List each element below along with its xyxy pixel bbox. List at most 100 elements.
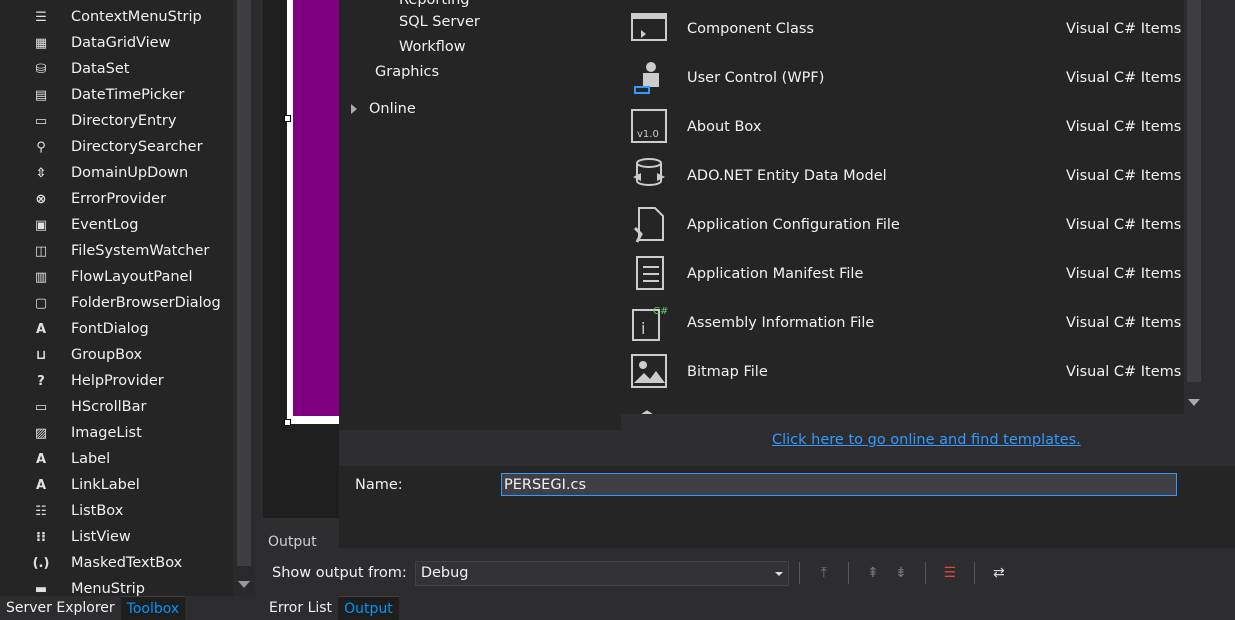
tab-error-list[interactable]: Error List: [263, 596, 338, 620]
template-scroll-thumb[interactable]: [1187, 0, 1201, 382]
toolbox-item[interactable]: ▬ MenuStrip: [8, 576, 233, 596]
template-row[interactable]: Application Manifest File Visual C# Items: [621, 249, 1184, 298]
clear-all-icon[interactable]: ☰: [940, 563, 960, 583]
scroll-down-arrow-icon[interactable]: [1188, 399, 1200, 406]
toolbox-item[interactable]: ▢ FolderBrowserDialog: [8, 290, 233, 316]
toolbox-item-label: HelpProvider: [71, 373, 164, 389]
toolbox-item[interactable]: A FontDialog: [8, 316, 233, 342]
toolbox-item[interactable]: ⚲ DirectorySearcher: [8, 134, 233, 160]
toolbox-item[interactable]: ▤ DateTimePicker: [8, 82, 233, 108]
toolbar-separator: [924, 562, 926, 584]
template-type: Visual C# Items: [1066, 69, 1182, 86]
resize-handle[interactable]: [284, 115, 291, 122]
menu-strip-icon: ▬: [34, 581, 48, 597]
template-name: ADO.NET Entity Data Model: [687, 167, 887, 184]
data-grid-view-icon: ▦: [34, 35, 48, 51]
assembly-info-icon: i C#: [629, 302, 669, 342]
toolbox-item[interactable]: ? HelpProvider: [8, 368, 233, 394]
toolbox-item[interactable]: ◫ FileSystemWatcher: [8, 238, 233, 264]
toolbox-scrollbar[interactable]: [233, 0, 255, 596]
date-time-picker-icon: ▤: [34, 87, 48, 103]
toolbox-item[interactable]: ▦ DataGridView: [8, 30, 233, 56]
template-name: Assembly Information File: [687, 314, 875, 331]
hscrollbar-icon: ▭: [34, 399, 48, 415]
previous-message-icon[interactable]: ⇞: [863, 563, 883, 583]
template-row[interactable]: Bitmap File Visual C# Items: [621, 347, 1184, 396]
context-menu-strip-icon: ☰: [35, 9, 47, 25]
template-name: User Control (WPF): [687, 69, 825, 86]
tree-item-reporting[interactable]: Reporting: [399, 0, 470, 8]
toolbox-item[interactable]: ▭ DirectoryEntry: [8, 108, 233, 134]
toolbox-item[interactable]: ▣ EventLog: [8, 212, 233, 238]
tab-toolbox[interactable]: Toolbox: [120, 596, 186, 620]
output-panel-title: Output: [268, 534, 317, 550]
template-row[interactable]: i C# Assembly Information File Visual C# It…: [621, 298, 1184, 347]
file-name-input[interactable]: [501, 473, 1177, 496]
toolbox-item-label: ImageList: [71, 425, 142, 441]
template-row[interactable]: v1.0 About Box Visual C# Items: [621, 102, 1184, 151]
toolbox-list: ☰ ContextMenuStrip ▦ DataGridView ⛁ DataSet ▤ D…: [8, 4, 233, 596]
toolbox-scroll-thumb[interactable]: [237, 0, 251, 566]
template-row[interactable]: User Control (WPF) Visual C# Items: [621, 53, 1184, 102]
toolbox-item[interactable]: (.) MaskedTextBox: [8, 550, 233, 576]
template-list-scrollbar[interactable]: [1184, 0, 1204, 414]
add-new-item-dialog: Reporting SQL Server Workflow Graphics O…: [339, 0, 1235, 548]
template-category-tree: Reporting SQL Server Workflow Graphics O…: [339, 0, 621, 430]
toolbox-item-label: DateTimePicker: [71, 87, 185, 103]
resize-handle[interactable]: [284, 419, 291, 426]
tree-item-graphics[interactable]: Graphics: [375, 64, 439, 80]
scroll-down-arrow-icon[interactable]: [238, 581, 250, 588]
toolbox-item[interactable]: ☷ ListBox: [8, 498, 233, 524]
toolbox-item[interactable]: ▥ FlowLayoutPanel: [8, 264, 233, 290]
tab-output[interactable]: Output: [338, 596, 399, 620]
toolbox-item[interactable]: ⊗ ErrorProvider: [8, 186, 233, 212]
output-toolbar: Show output from: Debug ⤒ ⇞ ⇟ ☰ ⇄: [263, 558, 1235, 588]
toolbox-item[interactable]: A Label: [8, 446, 233, 472]
image-list-icon: ▨: [34, 425, 48, 441]
about-box-icon: v1.0: [629, 106, 669, 146]
list-view-icon: ⁝⁝: [36, 529, 46, 545]
toolbox-item[interactable]: A LinkLabel: [8, 472, 233, 498]
find-templates-online-link[interactable]: Click here to go online and find templat…: [772, 432, 1081, 448]
toolbar-separator: [847, 562, 849, 584]
toolbox-item-label: MaskedTextBox: [71, 555, 183, 571]
template-row[interactable]: Application Configuration File Visual C# …: [621, 200, 1184, 249]
list-box-icon: ☷: [35, 503, 47, 519]
template-row[interactable]: Component Class Visual C# Items: [621, 4, 1184, 53]
toolbox-panel: ☰ ContextMenuStrip ▦ DataGridView ⛁ DataSet ▤ D…: [0, 0, 255, 596]
tab-server-explorer[interactable]: Server Explorer: [0, 596, 121, 620]
toolbox-item-label: MenuStrip: [71, 581, 145, 596]
toolbox-item[interactable]: ⊔ GroupBox: [8, 342, 233, 368]
svg-text:C#: C#: [653, 306, 668, 317]
expand-arrow-icon[interactable]: [351, 104, 357, 114]
show-output-from-label: Show output from:: [272, 565, 407, 581]
toggle-word-wrap-icon[interactable]: ⇄: [989, 563, 1009, 583]
template-type: Visual C# Items: [1066, 363, 1182, 380]
bitmap-file-icon: [629, 351, 669, 391]
toolbox-item[interactable]: ☰ ContextMenuStrip: [8, 4, 233, 30]
template-name: About Box: [687, 118, 762, 135]
output-source-select[interactable]: Debug: [414, 560, 789, 586]
toolbox-item[interactable]: ▨ ImageList: [8, 420, 233, 446]
template-row[interactable]: ADO.NET Entity Data Model Visual C# Items: [621, 151, 1184, 200]
file-system-watcher-icon: ◫: [34, 243, 48, 259]
entity-data-model-icon: [629, 155, 669, 195]
flow-layout-panel-icon: ▥: [34, 269, 48, 285]
toolbox-item[interactable]: ⛁ DataSet: [8, 56, 233, 82]
tree-item-workflow[interactable]: Workflow: [399, 39, 466, 55]
template-type: Visual C# Items: [1066, 118, 1182, 135]
toolbox-item[interactable]: ⇳ DomainUpDown: [8, 160, 233, 186]
bottom-panel-tabs: Error List Output: [263, 596, 1235, 620]
tree-item-online[interactable]: Online: [369, 101, 416, 117]
next-message-icon[interactable]: ⇟: [891, 563, 911, 583]
toolbox-item[interactable]: ▭ HScrollBar: [8, 394, 233, 420]
form-client-area[interactable]: [293, 0, 343, 416]
manifest-file-icon: [629, 253, 669, 293]
template-type: Visual C# Items: [1066, 20, 1182, 37]
component-class-icon: [629, 8, 669, 48]
toolbox-item[interactable]: ⁝⁝ ListView: [8, 524, 233, 550]
toolbar-separator: [973, 562, 975, 584]
tree-item-sql-server[interactable]: SQL Server: [399, 14, 480, 30]
find-message-in-code-icon[interactable]: ⤒: [814, 563, 834, 583]
folder-browser-dialog-icon: ▢: [34, 295, 48, 311]
